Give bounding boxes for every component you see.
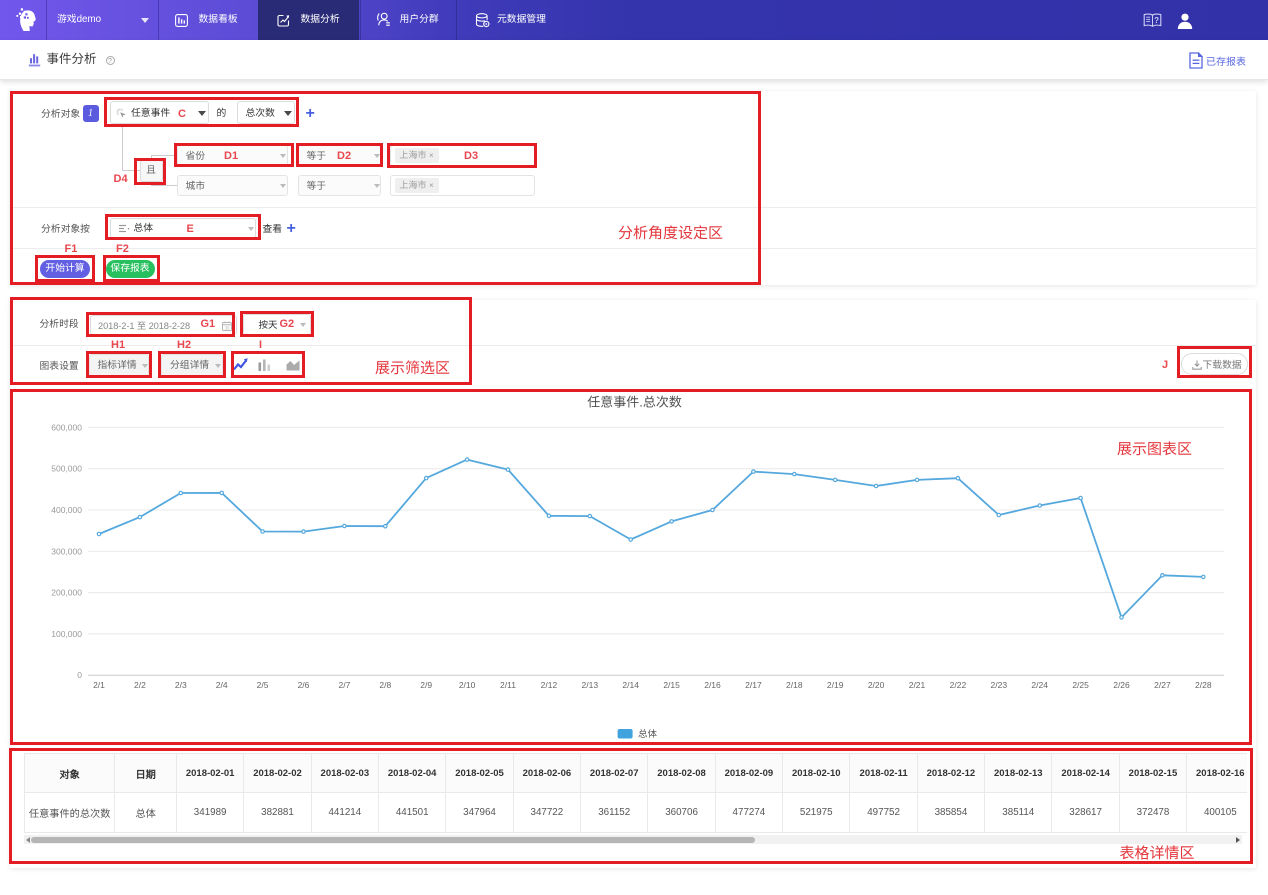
svg-text:?: ? — [1154, 16, 1159, 25]
